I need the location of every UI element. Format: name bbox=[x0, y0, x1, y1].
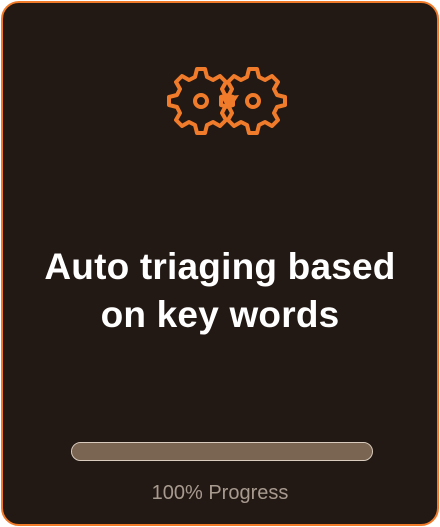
title-line-2: on key words bbox=[100, 294, 340, 335]
feature-title: Auto triaging based on key words bbox=[3, 243, 437, 339]
progress-fill bbox=[72, 443, 372, 460]
title-line-1: Auto triaging based bbox=[44, 246, 396, 287]
progress-bar bbox=[71, 442, 373, 461]
feature-card: Auto triaging based on key words 100% Pr… bbox=[1, 1, 439, 526]
gears-icon bbox=[167, 67, 287, 135]
progress-label: 100% Progress bbox=[151, 482, 289, 504]
